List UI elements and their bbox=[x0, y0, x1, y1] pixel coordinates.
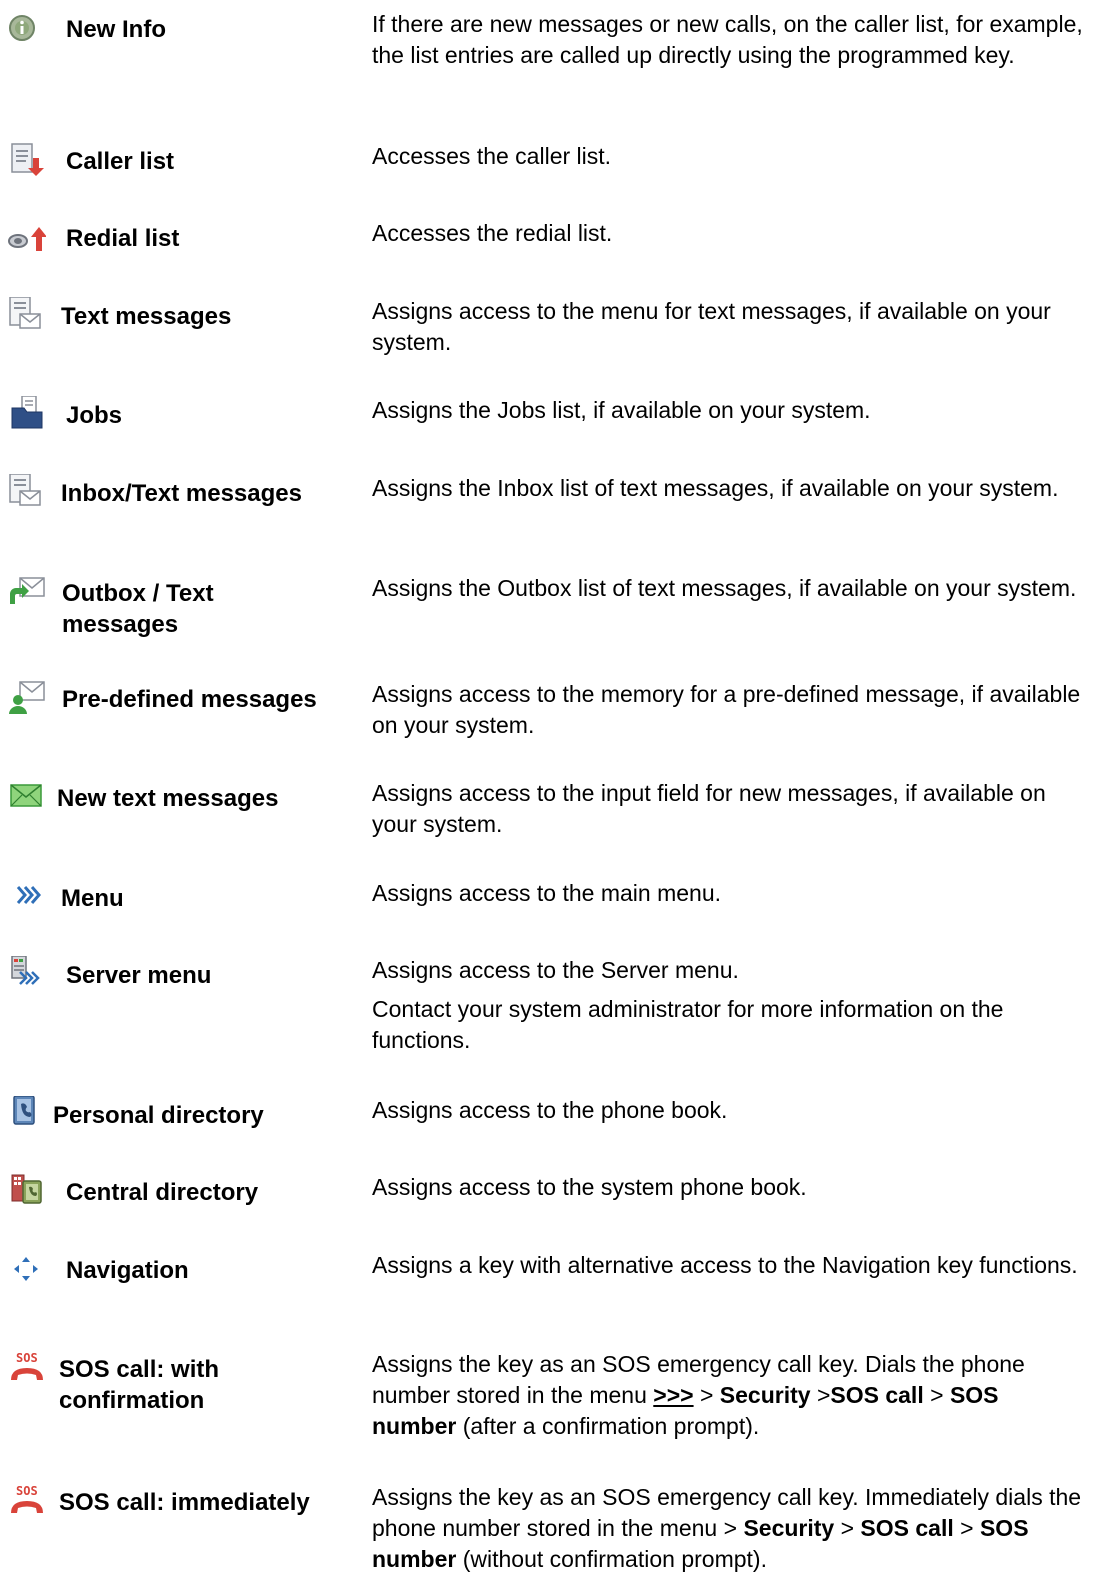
entry-name: Text messages bbox=[61, 303, 232, 330]
entry-name: New Info bbox=[66, 16, 166, 43]
entry-description: Assigns the key as an SOS emergency call… bbox=[372, 1482, 1084, 1575]
new-message-envelope-icon bbox=[6, 779, 46, 815]
description-text: (after a confirmation prompt). bbox=[456, 1413, 760, 1439]
menu-path-sos-call: SOS call bbox=[860, 1515, 954, 1541]
caller-list-icon bbox=[6, 142, 46, 178]
inbox-icon bbox=[6, 474, 46, 510]
entry-description: Assigns access to the main menu. bbox=[372, 880, 721, 906]
menu-path-security: Security bbox=[743, 1515, 835, 1541]
entry-description: Assigns a key with alternative access to… bbox=[372, 1252, 1078, 1278]
redial-list-icon bbox=[6, 219, 46, 255]
entry-description: Accesses the redial list. bbox=[372, 220, 613, 246]
path-separator: > bbox=[693, 1382, 720, 1408]
entry-name: Redial list bbox=[66, 225, 180, 252]
entry-description: Assigns access to the menu for text mess… bbox=[372, 298, 1051, 355]
entry-name: Caller list bbox=[66, 148, 175, 175]
entry-name: Personal directory bbox=[53, 1102, 264, 1129]
central-directory-icon bbox=[6, 1173, 46, 1209]
svg-text:SOS: SOS bbox=[16, 1351, 38, 1365]
info-icon bbox=[6, 10, 46, 46]
description-paragraph: Contact your system administrator for mo… bbox=[372, 996, 1004, 1053]
jobs-icon bbox=[6, 396, 46, 432]
entry-description: Assigns the Outbox list of text messages… bbox=[372, 575, 1077, 601]
server-menu-icon bbox=[6, 956, 46, 992]
menu-path-security: Security bbox=[719, 1382, 811, 1408]
entry-name: Pre-defined messages bbox=[62, 686, 317, 713]
menu-chevrons-icon bbox=[6, 879, 46, 915]
entry-name: Navigation bbox=[66, 1257, 189, 1284]
navigation-arrows-icon bbox=[6, 1251, 46, 1287]
entry-description: Assigns access to the system phone book. bbox=[372, 1174, 807, 1200]
description-text: (without confirmation prompt). bbox=[456, 1546, 767, 1572]
path-separator: > bbox=[834, 1515, 861, 1541]
entry-description: Assigns the key as an SOS emergency call… bbox=[372, 1349, 1084, 1442]
description-paragraph: Assigns access to the Server menu. bbox=[372, 957, 739, 983]
entry-description: Assigns access to the input field for ne… bbox=[372, 780, 1046, 837]
entry-name: SOS call: with confirmation bbox=[59, 1356, 220, 1414]
path-separator: > bbox=[810, 1382, 831, 1408]
text-messages-icon bbox=[6, 297, 46, 333]
entry-name: SOS call: immediately bbox=[59, 1489, 310, 1516]
entry-description: If there are new messages or new calls, … bbox=[372, 11, 1083, 68]
entry-description: Assigns access to the phone book. bbox=[372, 1097, 728, 1123]
entry-name: Central directory bbox=[66, 1179, 259, 1206]
sos-phone-icon: SOS bbox=[6, 1483, 46, 1519]
entry-description: Accesses the caller list. bbox=[372, 143, 612, 169]
entry-description: Assigns the Jobs list, if available on y… bbox=[372, 397, 871, 423]
entry-name: Menu bbox=[61, 885, 124, 912]
entry-description: Assigns the Inbox list of text messages,… bbox=[372, 475, 1059, 501]
entry-description: Assigns access to the memory for a pre-d… bbox=[372, 681, 1081, 738]
entry-name: Outbox / Text messages bbox=[62, 580, 214, 638]
menu-path-sos-call: SOS call bbox=[830, 1382, 924, 1408]
predefined-messages-icon bbox=[6, 680, 46, 716]
path-separator: > bbox=[923, 1382, 950, 1408]
entry-name: Jobs bbox=[66, 402, 123, 429]
menu-path-main: >>> bbox=[653, 1382, 694, 1408]
path-separator: > bbox=[953, 1515, 980, 1541]
entry-name: Inbox/Text messages bbox=[61, 480, 302, 507]
outbox-icon bbox=[6, 574, 46, 610]
entry-name: Server menu bbox=[66, 962, 212, 989]
sos-phone-icon: SOS bbox=[6, 1350, 46, 1386]
svg-text:SOS: SOS bbox=[16, 1484, 38, 1498]
entry-name: New text messages bbox=[57, 785, 279, 812]
personal-directory-icon bbox=[6, 1096, 46, 1132]
entry-description: Assigns access to the Server menu. Conta… bbox=[372, 955, 1084, 1056]
